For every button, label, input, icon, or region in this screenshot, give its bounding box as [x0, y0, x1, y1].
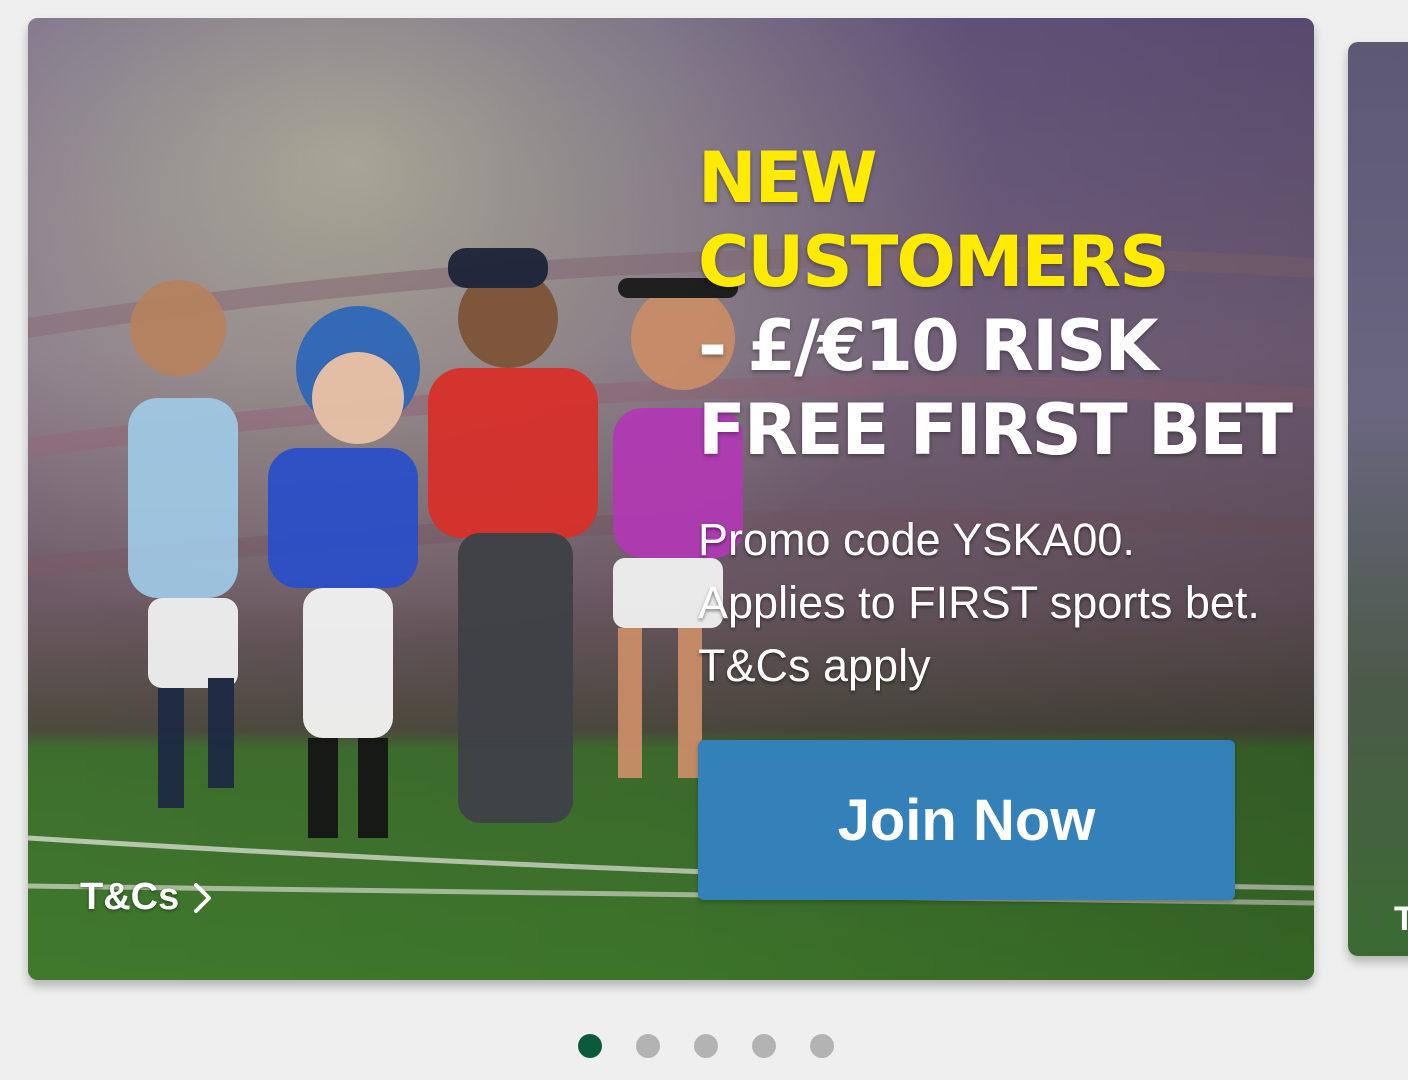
tcs-label: T&Cs	[80, 876, 180, 918]
headline-highlight: NEW CUSTOMERS	[698, 137, 1170, 303]
promo-description: Promo code YSKA00. Applies to FIRST spor…	[698, 514, 1260, 691]
headline-offer: - £/€10 RISK FREE FIRST BET	[698, 305, 1293, 471]
promo-card: NEW CUSTOMERS - £/€10 RISK FREE FIRST BE…	[28, 18, 1314, 980]
tcs-link[interactable]: T&Cs	[80, 876, 213, 919]
chevron-right-icon	[194, 882, 212, 913]
carousel-dot-5[interactable]	[810, 1034, 834, 1058]
carousel-dot-2[interactable]	[636, 1034, 660, 1058]
promo-headline: NEW CUSTOMERS - £/€10 RISK FREE FIRST BE…	[698, 136, 1298, 472]
next-card-tcs-label: T	[1394, 900, 1408, 938]
carousel-dot-3[interactable]	[694, 1034, 718, 1058]
carousel-dot-4[interactable]	[752, 1034, 776, 1058]
carousel-pagination	[578, 1034, 834, 1058]
join-now-button[interactable]: Join Now	[698, 740, 1235, 900]
carousel-dot-1[interactable]	[578, 1034, 602, 1058]
next-promo-card[interactable]: T	[1348, 42, 1408, 956]
promo-carousel: T NEW CUSTOMERS - £/€10 RISK FREE FIRST …	[0, 0, 1408, 1080]
